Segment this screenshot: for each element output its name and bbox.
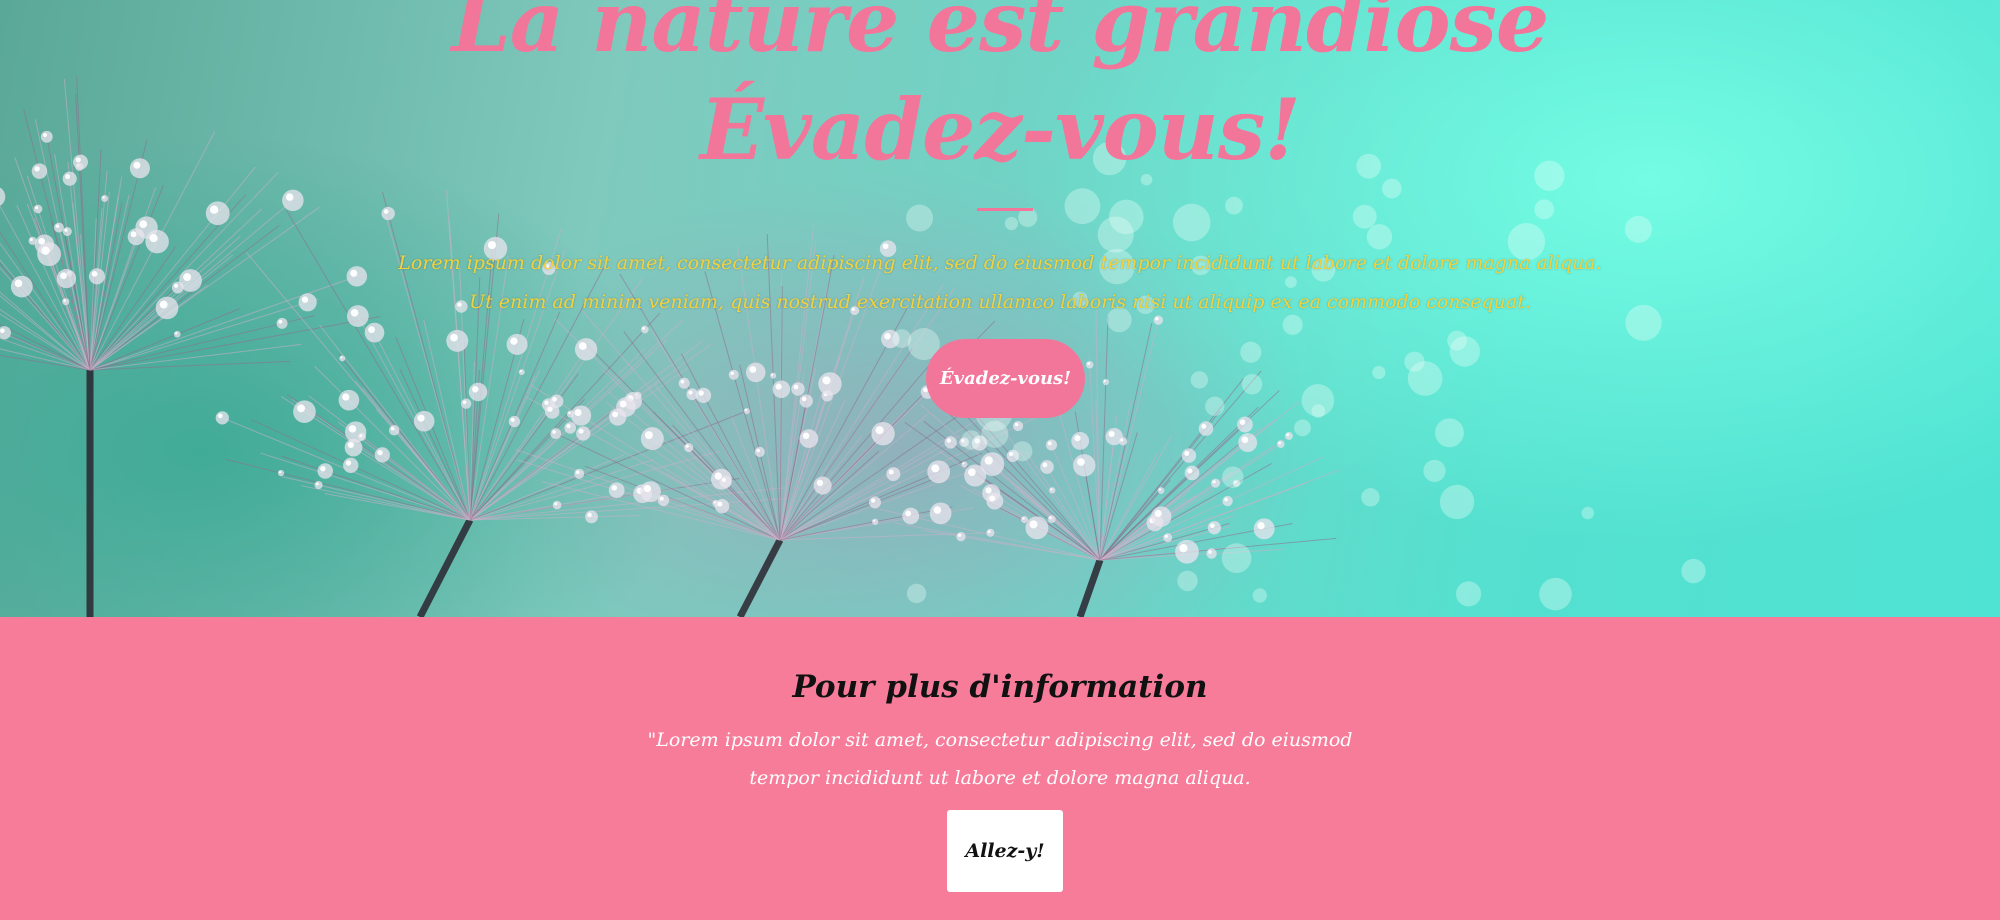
info-section: Pour plus d'information "Lorem ipsum dol… [0,617,2000,920]
info-text: "Lorem ipsum dolor sit amet, consectetur… [647,729,1353,789]
hero-text-line2: Ut enim ad minim veniam, quis nostrud ex… [469,291,1531,313]
hero-cta-button[interactable]: Évadez-vous! [926,339,1085,418]
hero-text-line1: Lorem ipsum dolor sit amet, consectetur … [398,252,1602,274]
hero-section: La nature est grandiose Évadez-vous! Lor… [0,0,2000,617]
water-droplets [0,130,1706,611]
info-title: Pour plus d'information [792,669,1208,705]
hero-title-line1: La nature est grandiose [451,0,1550,71]
info-cta-button[interactable]: Allez-y! [947,810,1063,892]
hero-divider [977,208,1033,211]
hero-title-line2: Évadez-vous! [699,80,1301,179]
